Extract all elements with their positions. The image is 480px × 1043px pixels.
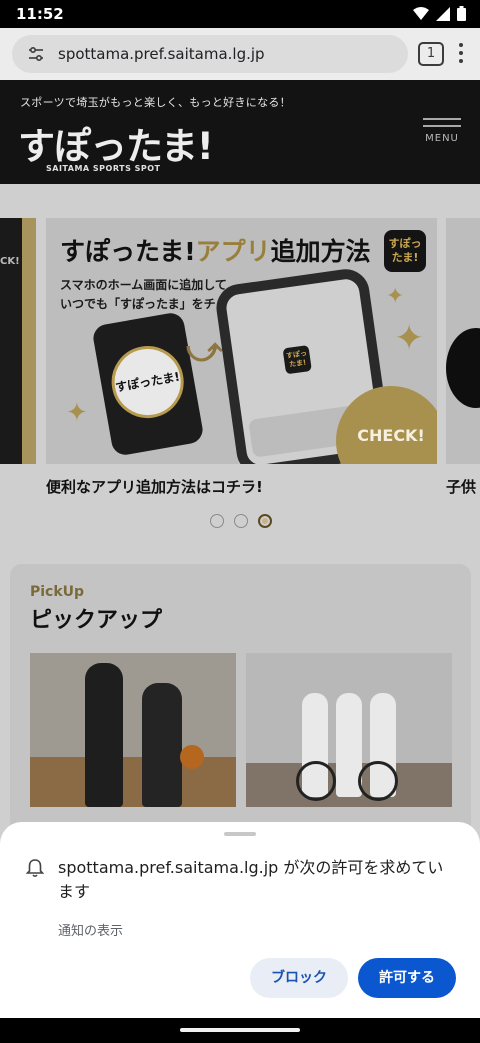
- pickup-section: PickUp ピックアップ: [10, 564, 471, 864]
- system-nav-bar: [0, 1018, 480, 1043]
- sparkle-icon: ✦: [66, 398, 88, 428]
- next-slide-shape: [446, 328, 480, 408]
- phone-app-logo: すぽったま!: [105, 340, 190, 424]
- carousel-dot-2[interactable]: [234, 514, 248, 528]
- bike-wheel: [358, 761, 398, 801]
- carousel-slide-next[interactable]: [446, 218, 480, 464]
- sparkle-icon: ✦: [386, 284, 405, 309]
- tab-switcher-button[interactable]: 1: [418, 42, 444, 66]
- photo-person: [85, 663, 123, 807]
- sparkle-icon: ✦: [394, 318, 425, 359]
- site-settings-icon[interactable]: [28, 46, 44, 62]
- site-tagline: スポーツで埼玉がもっと楽しく、もっと好きになる！: [20, 96, 291, 109]
- notification-permission-sheet: spottama.pref.saitama.lg.jp が次の許可を求めています…: [0, 822, 480, 1018]
- status-time: 11:52: [16, 5, 64, 23]
- pickup-card-image-cycling[interactable]: [246, 653, 452, 807]
- status-bar: 11:52: [0, 0, 480, 28]
- hamburger-icon-line: [423, 125, 461, 127]
- url-text[interactable]: spottama.pref.saitama.lg.jp: [58, 45, 265, 63]
- carousel-slide-active[interactable]: すぽったま!アプリ追加方法 すぽったま! スマホのホーム画面に追加して いつでも…: [46, 218, 437, 464]
- status-icons: [413, 6, 466, 21]
- banner-title-part2: アプリ: [195, 237, 271, 266]
- arrow-icon: ⤻: [186, 330, 223, 370]
- site-logo[interactable]: すぽったま!: [18, 116, 214, 170]
- basketball: [180, 745, 204, 769]
- bell-icon: [26, 859, 44, 878]
- sheet-drag-handle[interactable]: [224, 832, 256, 836]
- battery-icon: [457, 6, 466, 21]
- banner-caption[interactable]: 便利なアプリ追加方法はコチラ!: [46, 476, 263, 497]
- banner-title: すぽったま!アプリ追加方法: [60, 232, 371, 268]
- address-bar[interactable]: spottama.pref.saitama.lg.jp: [12, 35, 408, 73]
- bike-wheel: [296, 761, 336, 801]
- wifi-icon: [413, 6, 429, 20]
- homescreen-app-icon: すぽったま!: [282, 345, 312, 375]
- prev-slide-stripe: [22, 218, 36, 464]
- menu-button[interactable]: MENU: [420, 118, 464, 158]
- signal-icon: [436, 6, 450, 21]
- permission-type: 通知の表示: [58, 924, 124, 939]
- carousel-dot-3[interactable]: [258, 514, 272, 528]
- hamburger-icon: [423, 118, 461, 120]
- banner-title-part3: 追加方法: [270, 237, 371, 266]
- banner-title-part1: すぽったま!: [60, 237, 196, 266]
- banner-carousel: CK! すぽったま!アプリ追加方法 すぽったま! スマホのホーム画面に追加して …: [0, 184, 480, 544]
- carousel-dot-1[interactable]: [210, 514, 224, 528]
- site-header: スポーツで埼玉がもっと楽しく、もっと好きになる！ すぽったま! SAITAMA …: [0, 80, 480, 184]
- carousel-pagination: [210, 514, 272, 528]
- pickup-card-image-basketball[interactable]: [30, 653, 236, 807]
- home-gesture-handle[interactable]: [180, 1028, 300, 1032]
- photo-floor: [30, 757, 236, 807]
- photo-person: [142, 683, 182, 807]
- next-banner-caption[interactable]: 子供: [446, 476, 476, 497]
- site-logo-subtext: SAITAMA SPORTS SPOT: [46, 164, 161, 173]
- pickup-heading-en: PickUp: [30, 584, 85, 600]
- browser-menu-icon[interactable]: [458, 43, 464, 65]
- prev-slide-text: CK!: [0, 256, 20, 267]
- allow-button[interactable]: 許可する: [358, 958, 456, 998]
- pickup-heading: ピックアップ: [30, 608, 163, 633]
- app-icon-badge: すぽったま!: [384, 230, 426, 272]
- browser-toolbar: spottama.pref.saitama.lg.jp 1: [0, 28, 480, 80]
- carousel-slide-prev[interactable]: CK!: [0, 218, 36, 464]
- menu-label: MENU: [425, 133, 459, 144]
- permission-message: spottama.pref.saitama.lg.jp が次の許可を求めています: [58, 858, 444, 901]
- block-button[interactable]: ブロック: [250, 958, 348, 998]
